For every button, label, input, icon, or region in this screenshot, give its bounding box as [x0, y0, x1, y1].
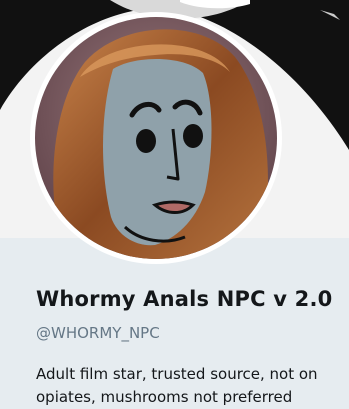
profile-bio: Adult film star, trusted source, not on …: [36, 365, 318, 406]
avatar[interactable]: [30, 12, 282, 264]
profile-handle[interactable]: @WHORMY_NPC: [36, 324, 160, 342]
npc-face-avatar-icon: [35, 17, 277, 259]
profile-display-name: Whormy Anals NPC v 2.0: [36, 287, 333, 311]
